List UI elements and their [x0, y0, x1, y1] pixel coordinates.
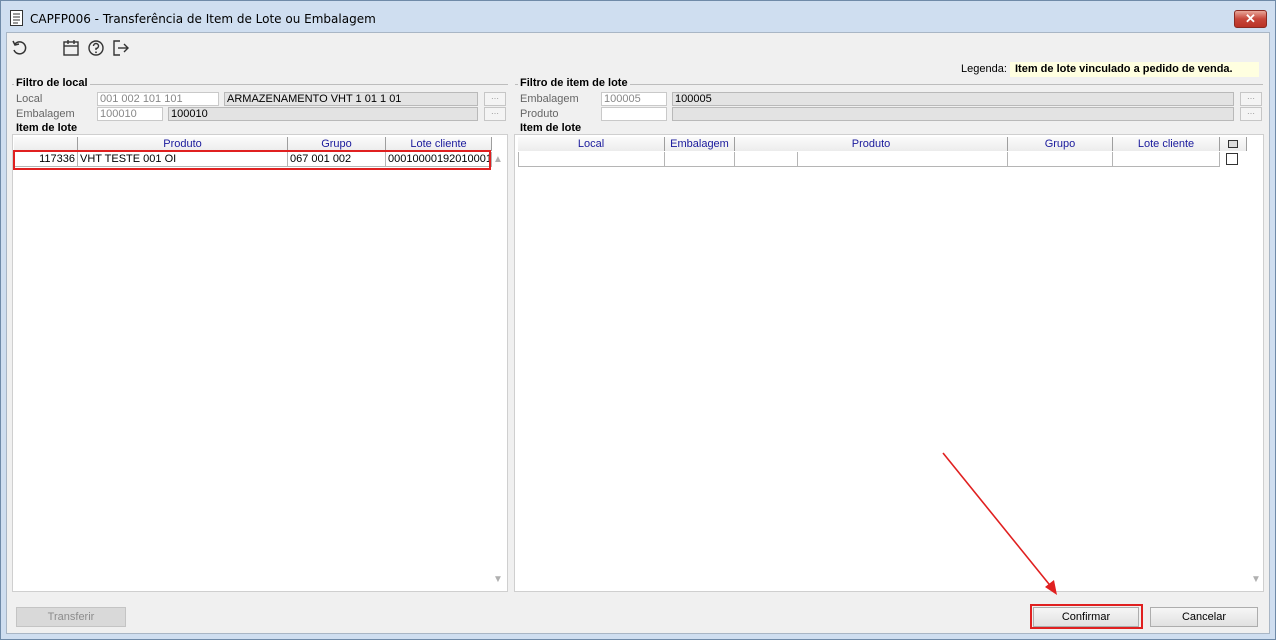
transferir-button[interactable]: Transferir: [16, 607, 126, 627]
select-all-header[interactable]: [1220, 137, 1247, 151]
left-scroll-down-icon[interactable]: ▼: [493, 574, 503, 585]
left-embalagem-description-field: 100010: [168, 107, 478, 121]
right-filter-title: Filtro de item de lote: [518, 77, 630, 89]
column-header-produto[interactable]: Produto: [735, 137, 1008, 151]
row-lote-cell: [1113, 152, 1220, 167]
right-produto-description-field: [672, 107, 1234, 121]
table-row[interactable]: [518, 152, 1220, 168]
column-header-produto[interactable]: Produto: [78, 137, 288, 151]
left-item-grid[interactable]: [12, 134, 508, 592]
row-embalagem-cell: [665, 152, 735, 167]
exit-icon[interactable]: [111, 38, 131, 58]
column-header-lote-cliente[interactable]: Lote cliente: [386, 137, 492, 151]
help-icon[interactable]: [86, 38, 106, 58]
calendar-icon[interactable]: [61, 38, 81, 58]
row-produto-cell: [798, 152, 1008, 167]
right-embalagem-label: Embalagem: [520, 93, 579, 105]
right-embalagem-lookup-button[interactable]: ⋯: [1240, 92, 1262, 106]
legend-value: Item de lote vinculado a pedido de venda…: [1010, 62, 1259, 77]
left-filter-title: Filtro de local: [14, 77, 90, 89]
document-icon: [10, 10, 23, 26]
left-grid-title: Item de lote: [14, 122, 80, 134]
refresh-icon[interactable]: [10, 38, 30, 58]
select-all-checkbox[interactable]: [1228, 140, 1238, 148]
local-description-field: ARMAZENAMENTO VHT 1 01 1 01: [224, 92, 478, 106]
row-grupo-cell: [1008, 152, 1113, 167]
right-produto-code-field[interactable]: [601, 107, 667, 121]
right-scroll-down-icon[interactable]: ▼: [1251, 574, 1261, 585]
close-button[interactable]: ✕: [1234, 10, 1267, 28]
left-embalagem-code-field[interactable]: 100010: [97, 107, 163, 121]
left-embalagem-lookup-button[interactable]: ⋯: [484, 107, 506, 121]
toolbar: [7, 34, 1269, 62]
red-arrow-annotation: [942, 452, 1057, 595]
legend-label: Legenda:: [961, 63, 1007, 75]
right-item-grid[interactable]: [514, 134, 1264, 592]
right-embalagem-description-field: 100005: [672, 92, 1234, 106]
row-select-checkbox[interactable]: [1226, 153, 1238, 165]
right-produto-lookup-button[interactable]: ⋯: [1240, 107, 1262, 121]
left-embalagem-label: Embalagem: [16, 108, 75, 120]
local-label: Local: [16, 93, 43, 105]
right-grid-title: Item de lote: [518, 122, 584, 134]
right-embalagem-code-field[interactable]: 100005: [601, 92, 667, 106]
left-grid-header: Produto Grupo Lote cliente: [14, 137, 492, 151]
column-header-embalagem[interactable]: Embalagem: [665, 137, 735, 151]
right-produto-label: Produto: [520, 108, 559, 120]
local-lookup-button[interactable]: ⋯: [484, 92, 506, 106]
confirm-highlight-annotation: [1030, 604, 1143, 629]
column-header-grupo[interactable]: Grupo: [1008, 137, 1113, 151]
left-scroll-up-icon[interactable]: ▲: [493, 154, 503, 165]
cancelar-button[interactable]: Cancelar: [1150, 607, 1258, 627]
local-code-field[interactable]: 001 002 101 101: [97, 92, 219, 106]
column-header-grupo[interactable]: Grupo: [288, 137, 386, 151]
row-local-cell: [518, 152, 665, 167]
right-grid-header: Local Embalagem Produto Grupo Lote clien…: [518, 137, 1247, 151]
row-produto-code-cell: [735, 152, 798, 167]
row-highlight-annotation: [13, 150, 491, 170]
column-header-local[interactable]: Local: [518, 137, 665, 151]
window-title: CAPFP006 - Transferência de Item de Lote…: [30, 12, 376, 26]
column-header-lote-cliente[interactable]: Lote cliente: [1113, 137, 1220, 151]
column-header-code[interactable]: [14, 137, 78, 151]
